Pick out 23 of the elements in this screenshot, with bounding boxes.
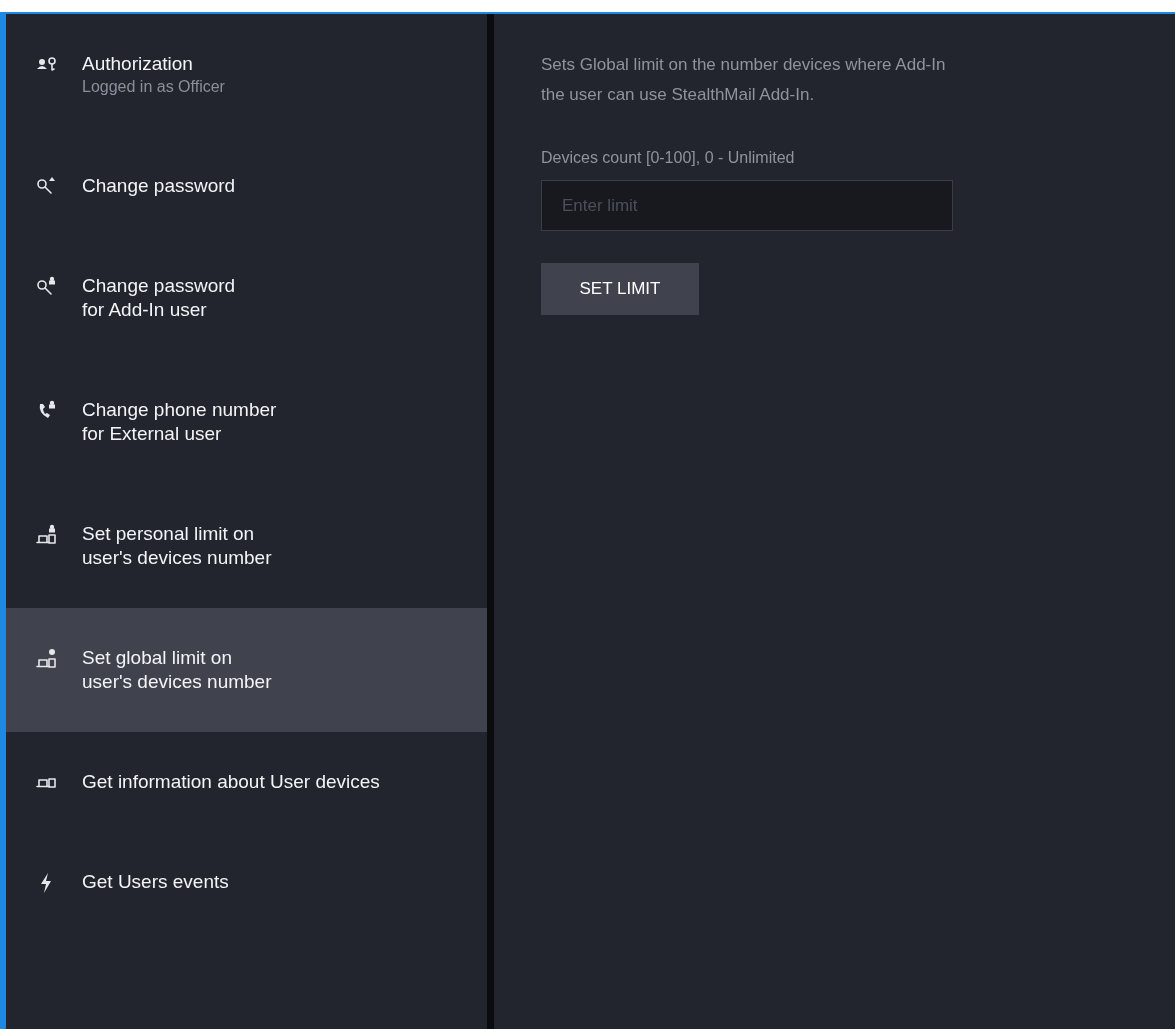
set-limit-button[interactable]: SET LIMIT (541, 263, 699, 315)
item-label: Get information about User devices (82, 770, 380, 794)
item-label: Change password for Add-In user (82, 274, 236, 322)
item-label: Change password (82, 174, 236, 198)
sidebar-item[interactable]: Change phone number for External user (6, 360, 487, 484)
item-label: Change phone number for External user (82, 398, 277, 446)
limit-field[interactable]: Enter limit (541, 180, 953, 231)
sidebar-item[interactable]: Set global limit on user's devices number (6, 608, 487, 732)
description: Sets Global limit on the number devices where Add-In the user can use StealthMail Add-In. (541, 54, 946, 106)
sidebar-item[interactable]: Set personal limit on user's devices number (6, 484, 487, 608)
sidebar-item[interactable]: Change password for Add-In user (6, 236, 487, 360)
sidebar-item[interactable]: Get Users events (6, 832, 487, 932)
item-label: Set personal limit on user's devices number (82, 522, 272, 570)
item-label: Authorization (82, 52, 194, 76)
item-label: Set global limit on user's devices number (82, 646, 272, 694)
sidebar-item[interactable]: Get information about User devices (6, 732, 487, 832)
devices-lock-icon (36, 523, 58, 545)
sidebar-item[interactable]: Authorization Logged in as Officer (6, 14, 487, 136)
field-label: Devices count [0-100], 0 - Unlimited (541, 148, 795, 168)
devices-icon (36, 778, 58, 788)
item-label: Get Users events (82, 870, 229, 894)
sidebar-item[interactable]: Change password (6, 136, 487, 236)
item-sublabel: Logged in as Officer (82, 77, 225, 97)
